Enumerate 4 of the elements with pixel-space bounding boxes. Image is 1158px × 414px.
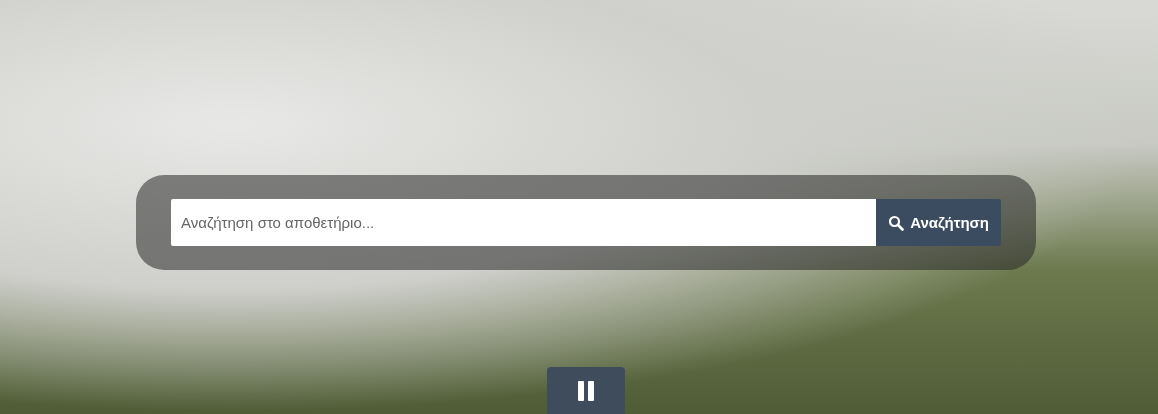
search-field[interactable]: Αναζήτηση στο αποθετήριο...: [171, 199, 877, 246]
search-button[interactable]: Αναζήτηση: [876, 199, 1001, 246]
search-icon: [888, 214, 905, 231]
pause-button[interactable]: [547, 367, 625, 414]
